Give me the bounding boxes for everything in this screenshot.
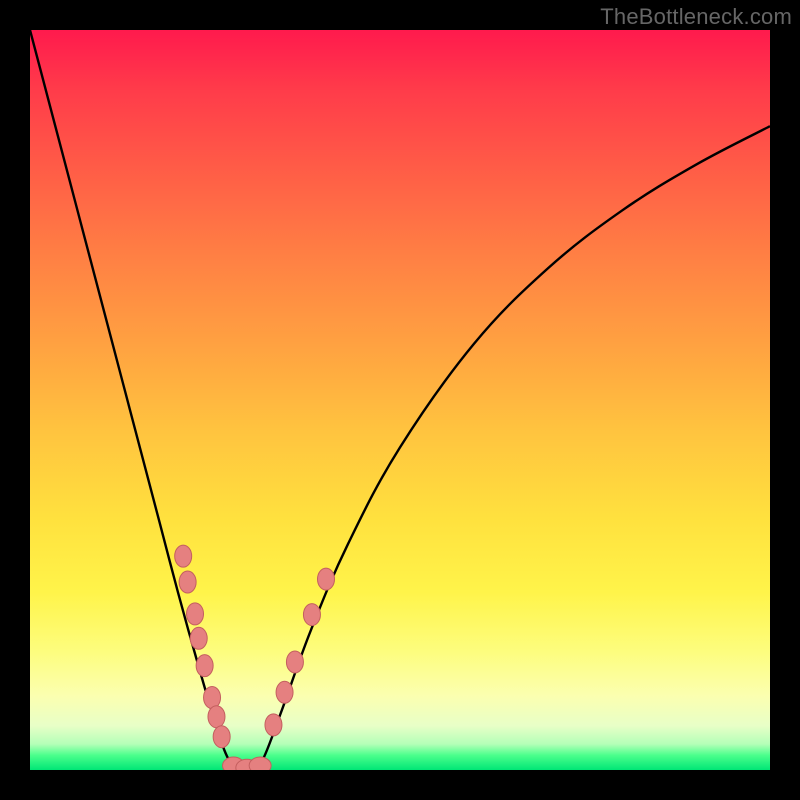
curve-bead bbox=[196, 655, 213, 677]
curve-bead bbox=[213, 726, 230, 748]
curve-bead bbox=[265, 714, 282, 736]
curve-bead bbox=[187, 603, 204, 625]
curve-bead bbox=[204, 686, 221, 708]
bottleneck-curve bbox=[30, 30, 770, 770]
curve-beads bbox=[175, 545, 335, 770]
curve-bead bbox=[276, 681, 293, 703]
curve-bead bbox=[303, 604, 320, 626]
curve-bead bbox=[175, 545, 192, 567]
curve-bead bbox=[318, 568, 335, 590]
bottleneck-curve-svg bbox=[30, 30, 770, 770]
curve-bead bbox=[249, 757, 271, 770]
curve-bead bbox=[190, 627, 207, 649]
plot-area bbox=[30, 30, 770, 770]
curve-bead bbox=[208, 706, 225, 728]
curve-bead bbox=[286, 651, 303, 673]
curve-bead bbox=[179, 571, 196, 593]
watermark-label: TheBottleneck.com bbox=[600, 4, 792, 30]
chart-frame: TheBottleneck.com bbox=[0, 0, 800, 800]
